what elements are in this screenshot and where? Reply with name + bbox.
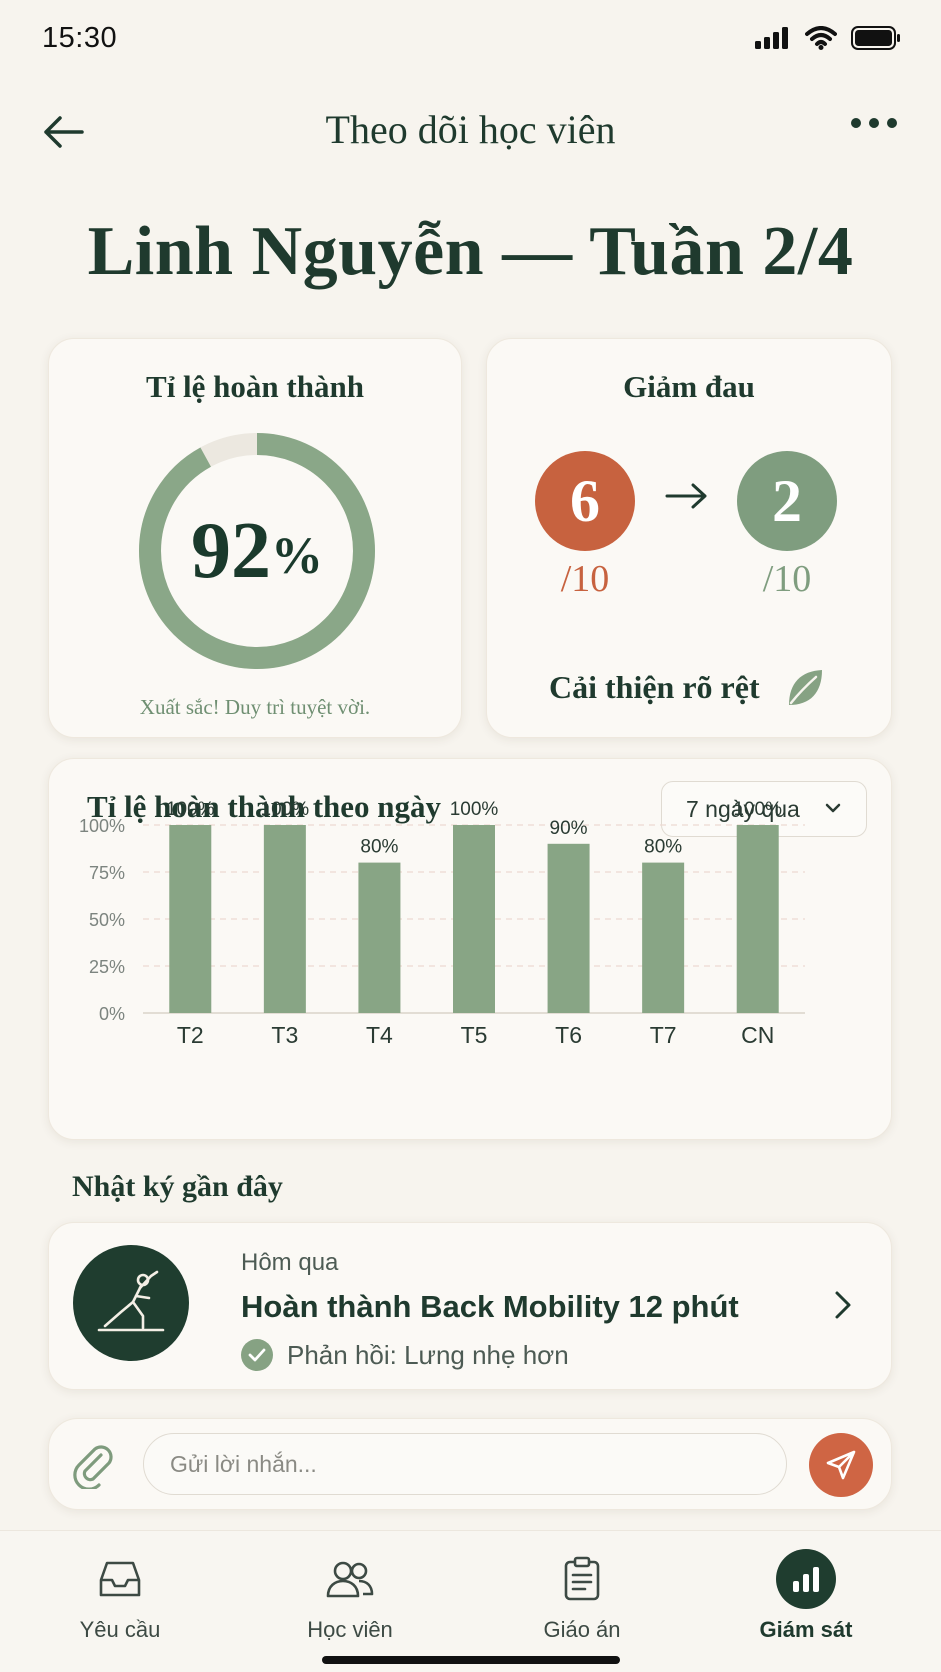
tab-monitoring-label: Giám sát [759, 1617, 853, 1642]
pain-before-score: 6 [535, 451, 635, 551]
inbox-icon [99, 1561, 141, 1597]
bar-value-label: 80% [644, 837, 682, 858]
tab-lesson-plans[interactable]: Giáo án [492, 1551, 672, 1643]
home-indicator [322, 1656, 620, 1664]
send-button[interactable] [809, 1433, 873, 1497]
arrow-right-icon [665, 483, 707, 509]
bottom-tab-bar: Yêu cầu Học viên Giáo án Giám sát [0, 1530, 941, 1672]
chart-bar [736, 825, 779, 1013]
x-tick-label: T2 [177, 1022, 204, 1048]
log-feedback: Phản hồi: Lưng nhẹ hơn [241, 1339, 569, 1371]
daily-completion-bar-chart: 0% 25% 50% 75% 100% 100% T2 100% T3 80% T4 100% T5 90… [79, 799, 805, 1048]
tab-monitoring[interactable]: Giám sát [716, 1549, 896, 1643]
clipboard-icon [564, 1556, 600, 1601]
app-header: Theo dõi học viên [0, 98, 941, 170]
yoga-pose-avatar [73, 1245, 189, 1361]
active-tab-bubble [776, 1549, 836, 1609]
pain-reduction-card: Giảm đau 6 2 /10 /10 Cải thiện rõ rệt [486, 338, 892, 738]
pain-after-score: 2 [737, 451, 837, 551]
y-tick-label: 25% [89, 957, 125, 977]
bar-value-label: 100% [733, 799, 782, 820]
x-tick-label: T4 [366, 1022, 393, 1048]
x-tick-label: CN [741, 1022, 774, 1048]
chart-bar [263, 825, 306, 1013]
leaf-icon [789, 670, 822, 705]
wifi-icon [805, 26, 837, 50]
chart-bar [642, 862, 685, 1013]
y-tick-label: 75% [89, 863, 125, 883]
more-dot-icon [887, 118, 897, 128]
bar-chart-icon [793, 1567, 819, 1592]
bar-value-label: 100% [450, 799, 499, 820]
status-bar: 15:30 [0, 0, 941, 84]
tab-students-label: Học viên [307, 1617, 393, 1642]
student-week-title: Linh Nguyễn — Tuần 2/4 [87, 213, 854, 290]
tab-requests-label: Yêu cầu [79, 1617, 161, 1642]
chart-bar [358, 862, 401, 1013]
tab-students[interactable]: Học viên [260, 1551, 440, 1643]
pain-before-scale: /10 [560, 558, 610, 600]
message-composer [48, 1418, 892, 1510]
completion-unit: % [271, 527, 323, 585]
yoga-pose-icon [97, 1270, 165, 1332]
page-title: Theo dõi học viên [325, 107, 616, 152]
users-icon [326, 1561, 374, 1598]
bar-value-label: 100% [166, 799, 215, 820]
completion-ring: 92% [129, 423, 385, 679]
completion-heading: Tỉ lệ hoàn thành [146, 369, 364, 404]
cellular-signal-icon [755, 27, 788, 49]
bar-value-label: 80% [360, 837, 398, 858]
status-time: 15:30 [42, 22, 118, 54]
tab-requests[interactable]: Yêu cầu [30, 1551, 210, 1643]
x-tick-label: T5 [461, 1022, 488, 1048]
completion-caption: Xuất sắc! Duy trì tuyệt vời. [139, 695, 371, 719]
log-date: Hôm qua [241, 1249, 339, 1276]
tab-lesson-plans-label: Giáo án [543, 1617, 621, 1642]
y-tick-label: 0% [99, 1004, 125, 1024]
more-dot-icon [851, 118, 861, 128]
x-tick-label: T7 [650, 1022, 677, 1048]
y-tick-label: 100% [79, 816, 125, 836]
more-options-button[interactable] [851, 118, 897, 128]
message-input[interactable] [143, 1433, 787, 1495]
paperclip-icon[interactable] [71, 1441, 117, 1489]
send-icon [826, 1450, 856, 1480]
daily-completion-chart-card: Tỉ lệ hoàn thành theo ngày 7 ngày qua 0%… [48, 758, 892, 1140]
more-dot-icon [869, 118, 879, 128]
check-circle-icon [241, 1339, 273, 1371]
completion-rate-card: Tỉ lệ hoàn thành 92% Xuất sắc! Duy trì t… [48, 338, 462, 738]
completion-value: 92% [129, 423, 385, 679]
chart-bar [169, 825, 212, 1013]
x-tick-label: T3 [271, 1022, 298, 1048]
status-icons [755, 26, 901, 50]
recent-log-item[interactable]: Hôm qua Hoàn thành Back Mobility 12 phút… [48, 1222, 892, 1390]
battery-icon [851, 26, 900, 50]
bar-value-label: 100% [261, 799, 310, 820]
pain-heading: Giảm đau [623, 369, 755, 404]
x-tick-label: T6 [555, 1022, 582, 1048]
recent-log-title: Nhật ký gần đây [72, 1170, 283, 1203]
pain-after-scale: /10 [762, 558, 812, 600]
y-tick-label: 50% [89, 910, 125, 930]
chevron-right-icon[interactable] [833, 1289, 853, 1321]
bar-value-label: 90% [550, 818, 588, 839]
chart-bar [547, 843, 590, 1013]
chart-bar [453, 825, 495, 1013]
pain-improvement-note: Cải thiện rõ rệt [549, 669, 760, 705]
log-title: Hoàn thành Back Mobility 12 phút [241, 1289, 739, 1324]
completion-percent: 92 [191, 506, 271, 595]
log-feedback-text: Phản hồi: Lưng nhẹ hơn [287, 1339, 569, 1370]
